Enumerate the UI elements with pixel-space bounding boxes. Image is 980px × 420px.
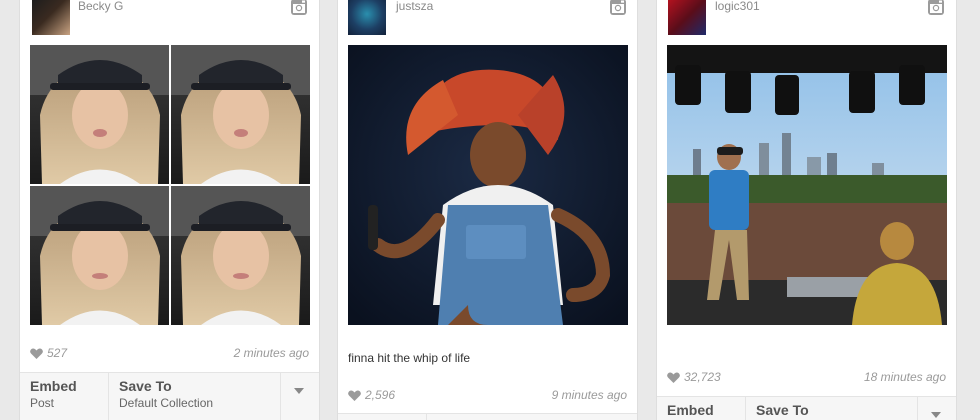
card-footer [338, 413, 637, 420]
card-footer: Embed Post Save To Default Collection [20, 372, 319, 420]
save-to-button[interactable]: Save To Default Collection [109, 373, 281, 420]
avatar[interactable] [668, 0, 706, 35]
heart-icon[interactable] [348, 390, 361, 401]
embed-sub: Post [30, 396, 55, 410]
post-card: Becky G 527 2 minutes ago Embed Post Sav… [20, 0, 319, 420]
like-count: 527 [30, 346, 67, 360]
post-photo[interactable] [30, 45, 310, 325]
save-sub: Default Collection [119, 396, 214, 410]
post-card: logic301 32,723 18 minutes ago Embed Sav… [657, 0, 956, 420]
like-count: 2,596 [348, 388, 395, 402]
post-time: 9 minutes ago [551, 388, 627, 402]
card-header: logic301 [657, 0, 956, 40]
like-count-value: 2,596 [365, 388, 396, 402]
username[interactable]: Becky G [78, 0, 123, 13]
avatar[interactable] [32, 0, 70, 35]
username[interactable]: logic301 [715, 0, 760, 13]
post-photo[interactable] [667, 45, 947, 325]
like-count-value: 32,723 [684, 370, 721, 384]
instagram-icon[interactable] [290, 0, 308, 16]
instagram-icon[interactable] [927, 0, 945, 16]
avatar[interactable] [348, 0, 386, 35]
heart-icon[interactable] [667, 372, 680, 383]
like-count: 32,723 [667, 370, 721, 384]
post-caption: finna hit the whip of life [348, 351, 471, 365]
heart-icon[interactable] [30, 348, 43, 359]
card-header: justsza [338, 0, 637, 40]
save-to-button[interactable]: Save To [746, 397, 918, 420]
post-photo[interactable] [348, 45, 628, 325]
chevron-down-icon [294, 388, 304, 394]
post-time: 18 minutes ago [863, 370, 946, 384]
collection-dropdown-button[interactable] [280, 373, 319, 420]
username[interactable]: justsza [396, 0, 433, 13]
post-time: 2 minutes ago [233, 346, 309, 360]
chevron-down-icon [931, 412, 941, 418]
instagram-icon[interactable] [609, 0, 627, 16]
embed-button[interactable]: Embed [657, 397, 746, 420]
festival-photo [667, 45, 947, 325]
embed-label: Embed [667, 402, 714, 418]
performer-photo [348, 45, 628, 325]
save-label: Save To [119, 378, 172, 394]
selfie-collage [30, 45, 310, 325]
card-header: Becky G [20, 0, 319, 40]
save-label: Save To [756, 402, 809, 418]
embed-label: Embed [30, 378, 77, 394]
collection-dropdown-button[interactable] [917, 397, 956, 420]
embed-button[interactable]: Embed Post [20, 373, 109, 420]
like-count-value: 527 [47, 346, 68, 360]
embed-button[interactable] [338, 414, 427, 420]
post-card: justsza finna hit the whip of life 2,596… [338, 0, 637, 420]
card-footer: Embed Save To [657, 396, 956, 420]
